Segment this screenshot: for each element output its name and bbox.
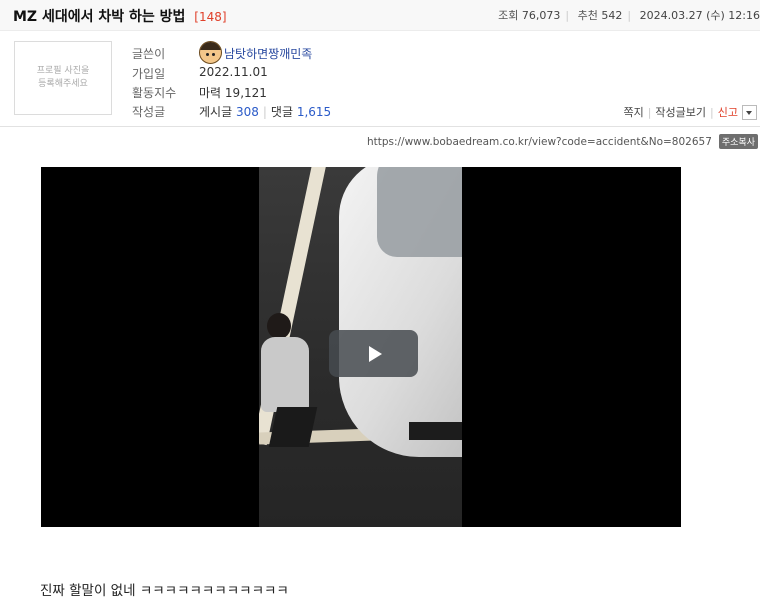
posts-prefix: 게시글 [199,105,233,119]
comment-count[interactable]: [148] [194,10,226,24]
profile-photo-text-1: 프로필 사진을 [36,66,90,76]
post-body-text: 진짜 할말이 없네 ㅋㅋㅋㅋㅋㅋㅋㅋㅋㅋㅋㅋ [40,583,289,599]
post-url: https://www.bobaedream.co.kr/view?code=a… [366,135,712,148]
writer-label: 글쓴이 [132,47,166,61]
posts-value: 게시글 308 | 댓글 1,615 [199,105,332,119]
activity-value: 마력 19,121 [199,84,267,101]
recommend-label: 추천 [577,9,598,22]
report-link[interactable]: 신고 [718,104,738,120]
profile-photo-placeholder: 프로필 사진을 등록해주세요 [14,41,112,115]
play-icon [368,345,382,362]
views-count: 76,073 [521,9,561,22]
recommend-count: 542 [601,9,623,22]
post-date: 2024.03.27 (수) 12:16 [639,9,760,22]
play-button[interactable] [329,330,418,377]
joined-label: 가입일 [132,67,166,81]
posts-label: 작성글 [132,105,166,119]
post-header: MZ 세대에서 차박 하는 방법 [148] 조회 76,073 | 추천 542… [0,0,760,31]
post-stats: 조회 76,073 | 추천 542 | 2024.03.27 (수) 12:16 [498,9,760,22]
comments-prefix: 댓글 [270,105,293,119]
activity-prefix: 마력 [199,86,222,100]
post-title: MZ 세대에서 차박 하는 방법 [148] [13,6,227,26]
author-avatar-icon[interactable] [199,41,222,64]
video-player[interactable] [41,167,681,527]
message-link[interactable]: 쪽지 [623,104,643,120]
posts-count-link[interactable]: 308 [236,105,259,119]
header-divider [0,126,760,127]
views-label: 조회 [498,9,519,22]
activity-label: 활동지수 [132,86,177,100]
url-row: https://www.bobaedream.co.kr/view?code=a… [367,134,758,149]
post-title-text: MZ 세대에서 차박 하는 방법 [13,9,186,25]
profile-photo-text-2: 등록해주세요 [38,79,88,89]
joined-date: 2022.11.01 [199,65,268,79]
comments-count-link[interactable]: 1,615 [297,105,331,119]
view-posts-link[interactable]: 작성글보기 [655,104,706,120]
author-actions: 쪽지 | 작성글보기 | 신고 [623,104,757,120]
copy-url-button[interactable]: 주소복사 [718,134,758,149]
activity-number: 19,121 [224,86,267,100]
report-dropdown-icon[interactable] [742,104,757,120]
author-name[interactable]: 남탓하면짱깨민족 [224,47,312,61]
